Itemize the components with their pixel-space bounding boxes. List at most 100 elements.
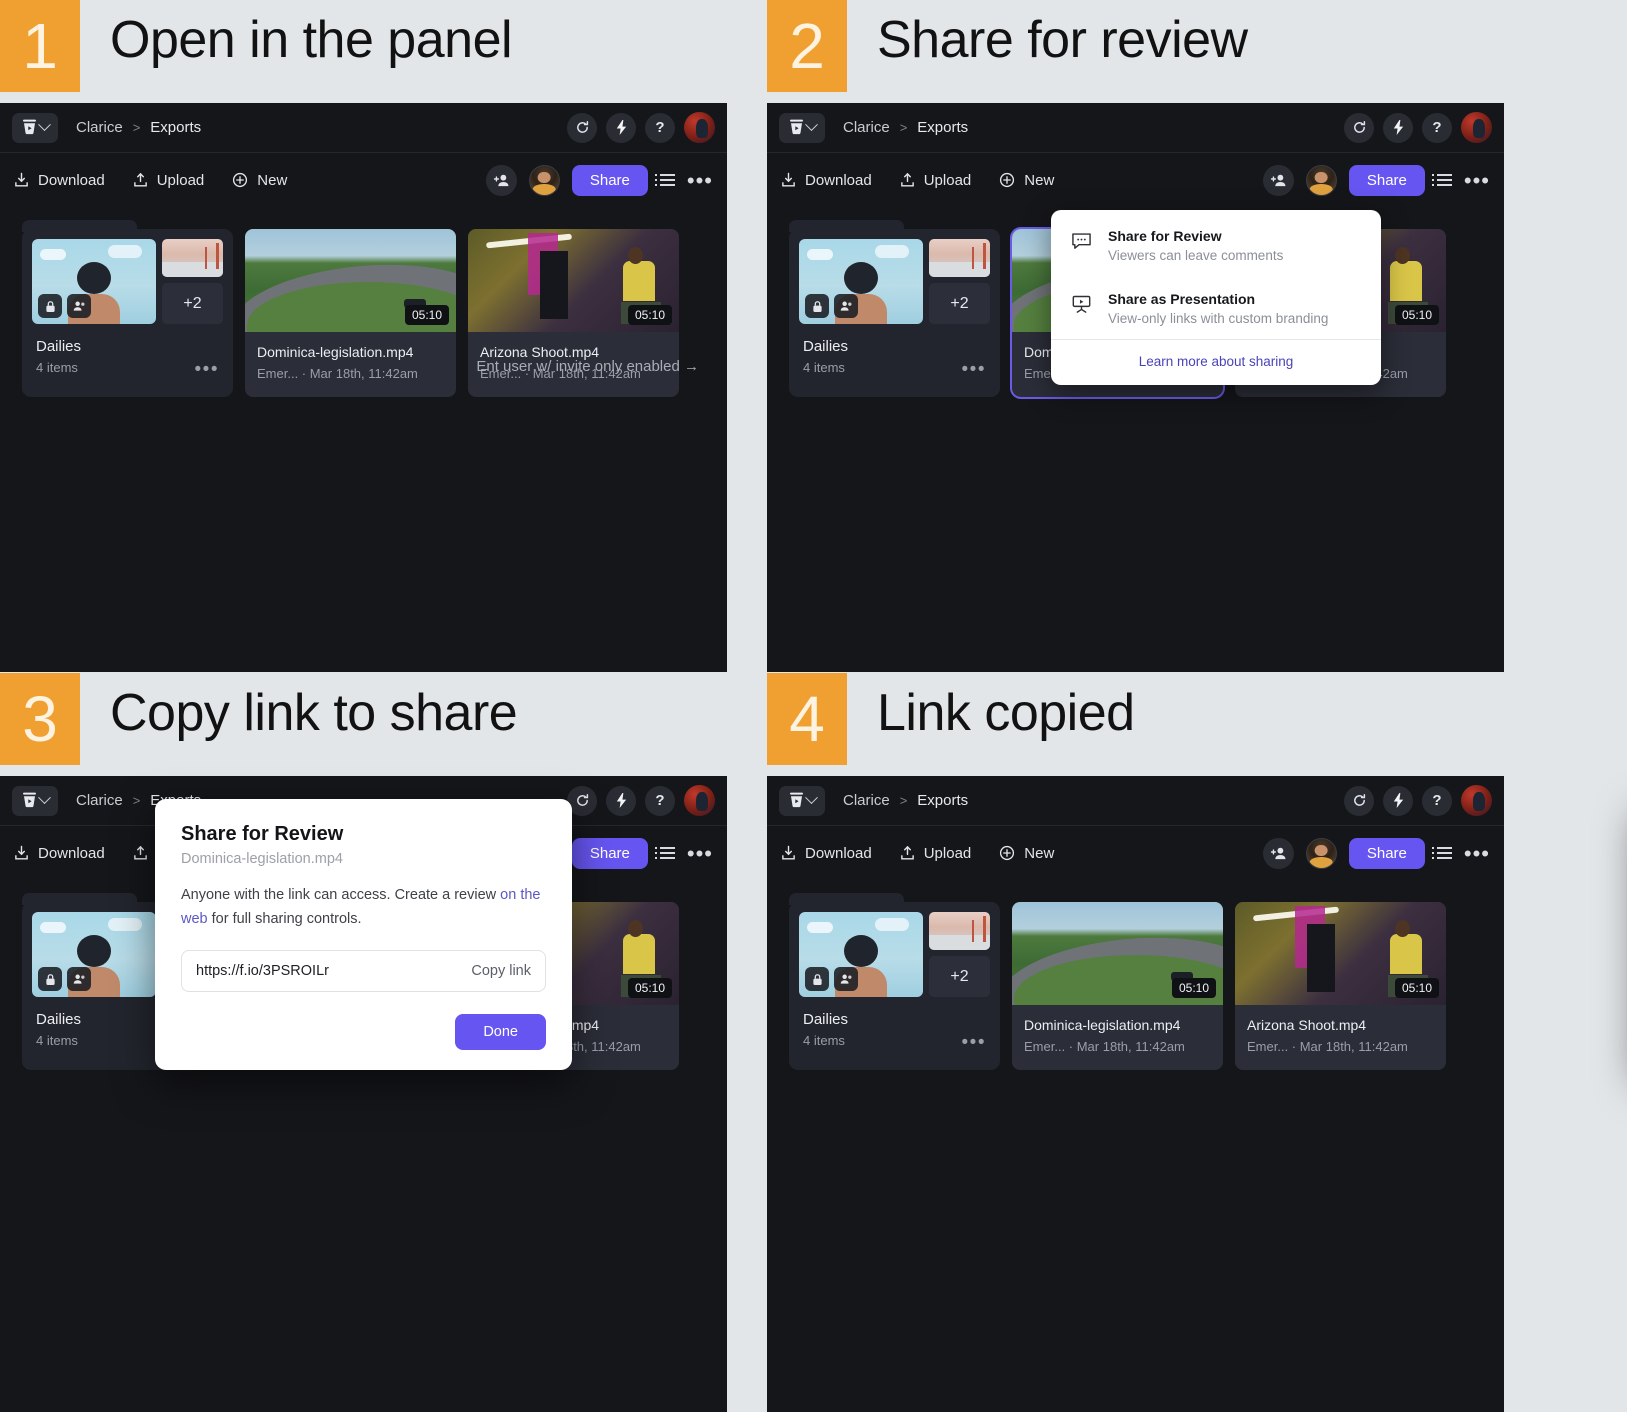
new-button[interactable]: New [232, 172, 287, 189]
add-person-icon[interactable] [1262, 164, 1294, 196]
step-title-4: Link copied [877, 684, 1135, 742]
share-link-url[interactable]: https://f.io/3PSROILr [196, 963, 329, 979]
breadcrumb-root[interactable]: Clarice [76, 792, 123, 809]
new-button[interactable]: New [999, 172, 1054, 189]
user-avatar[interactable] [1461, 785, 1492, 816]
breadcrumb-root[interactable]: Clarice [843, 119, 890, 136]
user-avatar[interactable] [684, 785, 715, 816]
file-card[interactable]: 05:10 Dominica-legislation.mp4 Emer... ·… [1012, 902, 1223, 1070]
file-subtitle: Emer... · Mar 18th, 11:42am [1024, 1039, 1185, 1054]
download-label: Download [38, 844, 105, 862]
file-duration: 05:10 [404, 305, 449, 325]
add-person-icon[interactable] [1262, 837, 1294, 869]
folder-card[interactable]: +2 Dailies 4 items ••• [789, 220, 1000, 397]
menu-item-share-as-presentation[interactable]: Share as Presentation View-only links wi… [1051, 276, 1381, 339]
more-options-icon[interactable]: ••• [1464, 842, 1490, 864]
breadcrumb: Clarice > Exports [843, 119, 968, 136]
lightning-icon[interactable] [1383, 112, 1413, 143]
workspace-logo-button[interactable] [12, 112, 58, 143]
help-icon[interactable]: ? [645, 785, 675, 816]
app-toolbar: Download Upload New [0, 153, 727, 207]
breadcrumb-current[interactable]: Exports [917, 119, 968, 136]
file-duration: 05:10 [627, 978, 672, 998]
folder-subtitle: 4 items [803, 1033, 845, 1048]
people-icon [67, 294, 91, 318]
more-options-icon[interactable]: ••• [1464, 169, 1490, 191]
collaborator-avatar[interactable] [1305, 164, 1337, 196]
workspace-logo-button[interactable] [779, 785, 825, 816]
breadcrumb-root[interactable]: Clarice [76, 119, 123, 136]
file-thumbnail: 05:10 [1235, 902, 1446, 1005]
step-number-badge-2: 2 [767, 0, 847, 92]
comment-bubble-icon [1069, 228, 1093, 263]
chevron-down-icon [804, 791, 818, 805]
lock-icon [38, 294, 62, 318]
new-button[interactable]: New [999, 845, 1054, 862]
menu-item-description: View-only links with custom branding [1108, 311, 1329, 326]
copy-link-button[interactable]: Copy link [471, 963, 531, 979]
people-icon [67, 967, 91, 991]
menu-item-share-for-review[interactable]: Share for Review Viewers can leave comme… [1051, 210, 1381, 276]
file-card[interactable]: 05:10 Arizona Shoot.mp4 Emer... · Mar 18… [1235, 902, 1446, 1070]
refresh-icon[interactable] [1344, 112, 1374, 143]
lightning-icon[interactable] [606, 785, 636, 816]
menu-footer: Learn more about sharing [1051, 339, 1381, 385]
help-icon[interactable]: ? [1422, 785, 1452, 816]
share-button[interactable]: Share [571, 164, 648, 196]
list-view-icon[interactable] [1431, 174, 1452, 186]
more-options-icon[interactable]: ••• [687, 169, 713, 191]
help-icon[interactable]: ? [645, 112, 675, 143]
share-button[interactable]: Share [1348, 164, 1425, 196]
download-button[interactable]: Download [14, 845, 105, 862]
folder-thumbnail-secondary [929, 912, 990, 950]
list-view-icon[interactable] [1431, 847, 1452, 859]
modal-description-pre: Anyone with the link can access. Create … [181, 887, 501, 903]
breadcrumb-current[interactable]: Exports [150, 119, 201, 136]
download-button[interactable]: Download [781, 845, 872, 862]
workspace-logo-button[interactable] [779, 112, 825, 143]
folder-thumbnail-secondary [162, 239, 223, 277]
collaborator-avatar[interactable] [528, 164, 560, 196]
folder-name: Dailies [803, 1011, 849, 1028]
breadcrumb-root[interactable]: Clarice [843, 792, 890, 809]
file-card[interactable]: 05:10 Dominica-legislation.mp4 Emer... ·… [245, 229, 456, 397]
file-thumbnail: 05:10 [245, 229, 456, 332]
folder-more-options-icon[interactable]: ••• [195, 359, 219, 379]
topbar-actions: ? [567, 785, 715, 816]
download-button[interactable]: Download [781, 172, 872, 189]
learn-more-link[interactable]: Learn more about sharing [1139, 354, 1294, 369]
step-header-4: 4 Link copied [741, 673, 1627, 776]
help-icon[interactable]: ? [1422, 112, 1452, 143]
list-view-icon[interactable] [654, 174, 675, 186]
upload-button[interactable]: Upload [900, 845, 971, 862]
upload-button[interactable]: Upload [900, 172, 971, 189]
user-avatar[interactable] [1461, 112, 1492, 143]
lightning-icon[interactable] [1383, 785, 1413, 816]
upload-button[interactable]: Upload [133, 172, 204, 189]
list-view-icon[interactable] [654, 847, 675, 859]
refresh-icon[interactable] [567, 112, 597, 143]
share-button[interactable]: Share [1348, 837, 1425, 869]
user-avatar[interactable] [684, 112, 715, 143]
folder-thumbnail-secondary [929, 239, 990, 277]
folder-more-options-icon[interactable]: ••• [962, 359, 986, 379]
folder-more-options-icon[interactable]: ••• [962, 1032, 986, 1052]
file-name: Arizona Shoot.mp4 [1247, 1017, 1367, 1033]
refresh-icon[interactable] [1344, 785, 1374, 816]
breadcrumb-current[interactable]: Exports [917, 792, 968, 809]
folder-thumbnail-primary [32, 239, 156, 324]
more-options-icon[interactable]: ••• [687, 842, 713, 864]
folder-card[interactable]: +2 Dailies 4 items ••• [22, 220, 233, 397]
collaborator-avatar[interactable] [1305, 837, 1337, 869]
folder-card[interactable]: +2 Dailies 4 items ••• [789, 893, 1000, 1070]
download-button[interactable]: Download [14, 172, 105, 189]
share-button[interactable]: Share [571, 837, 648, 869]
add-person-icon[interactable] [485, 164, 517, 196]
lightning-icon[interactable] [606, 112, 636, 143]
done-button[interactable]: Done [455, 1013, 546, 1050]
topbar-actions: ? [567, 112, 715, 143]
invite-only-hint: Ent user w/ invite only enabled → [476, 358, 699, 375]
workspace-logo-button[interactable] [12, 785, 58, 816]
modal-description: Anyone with the link can access. Create … [181, 884, 546, 932]
download-label: Download [805, 844, 872, 862]
